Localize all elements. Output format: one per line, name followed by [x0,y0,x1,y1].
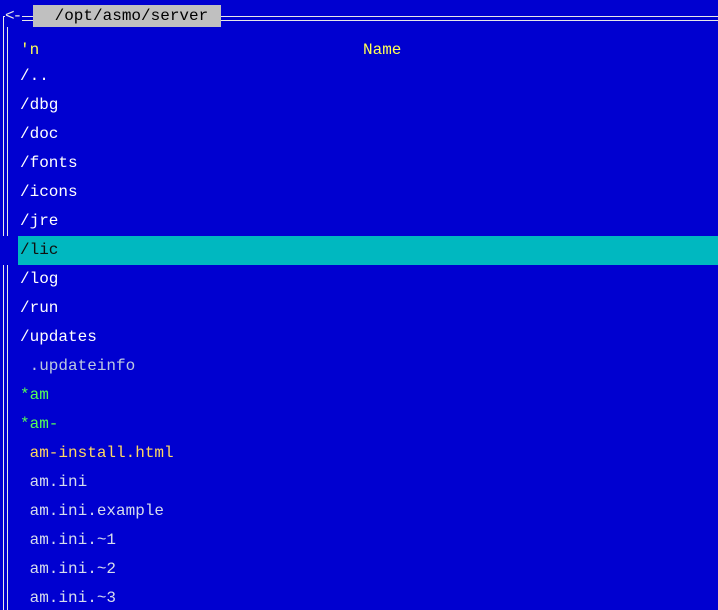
file-row[interactable]: /doc [0,120,718,149]
file-row[interactable]: am-install.html [0,439,718,468]
file-name: /.. [20,67,49,85]
file-row[interactable]: am.ini.~2 [0,555,718,584]
file-row[interactable]: /jre [0,207,718,236]
file-name: am.ini.~1 [20,531,117,549]
file-row[interactable]: /.. [0,62,718,91]
file-row[interactable]: *am- [0,410,718,439]
file-name: /icons [20,183,78,201]
file-name: /lic [20,241,59,259]
file-name: am-install.html [20,444,174,462]
file-name: am.ini.~2 [20,560,117,578]
column-name-header[interactable]: Name [363,38,401,62]
file-row[interactable]: /log [0,265,718,294]
file-name: /dbg [20,96,59,114]
file-name: /updates [20,328,97,346]
file-name: /jre [20,212,59,230]
file-row[interactable]: /updates [0,323,718,352]
current-path[interactable]: /opt/asmo/server [33,5,222,27]
file-row[interactable]: /icons [0,178,718,207]
file-name: .updateinfo [20,357,136,375]
file-row[interactable]: am.ini.~3 [0,584,718,610]
file-name: /doc [20,125,59,143]
file-row[interactable]: am.ini.~1 [0,526,718,555]
selection-edge [0,236,18,265]
file-list: /.. /dbg /doc /fonts /icons /jre /lic /l… [0,62,718,610]
file-name: /fonts [20,154,78,172]
sort-order-indicator[interactable]: 'n [20,38,39,62]
file-row[interactable]: *am [0,381,718,410]
file-row[interactable]: /run [0,294,718,323]
file-name: /run [20,299,59,317]
file-row[interactable]: .updateinfo [0,352,718,381]
file-name: *am [20,386,49,404]
file-row[interactable]: /fonts [0,149,718,178]
column-header: 'n Name [0,38,718,62]
file-name: am.ini [20,473,88,491]
file-row[interactable]: /dbg [0,91,718,120]
file-row[interactable]: am.ini [0,468,718,497]
file-row[interactable]: am.ini.example [0,497,718,526]
file-name: /log [20,270,59,288]
file-name: *am- [20,415,59,433]
file-name: am.ini.~3 [20,589,117,607]
file-name: am.ini.example [20,502,165,520]
file-panel: <- /opt/asmo/server 'n Name /.. /dbg /do… [0,0,718,610]
file-row-selected[interactable]: /lic [0,236,718,265]
history-back-arrow-icon[interactable]: <- [5,5,22,27]
